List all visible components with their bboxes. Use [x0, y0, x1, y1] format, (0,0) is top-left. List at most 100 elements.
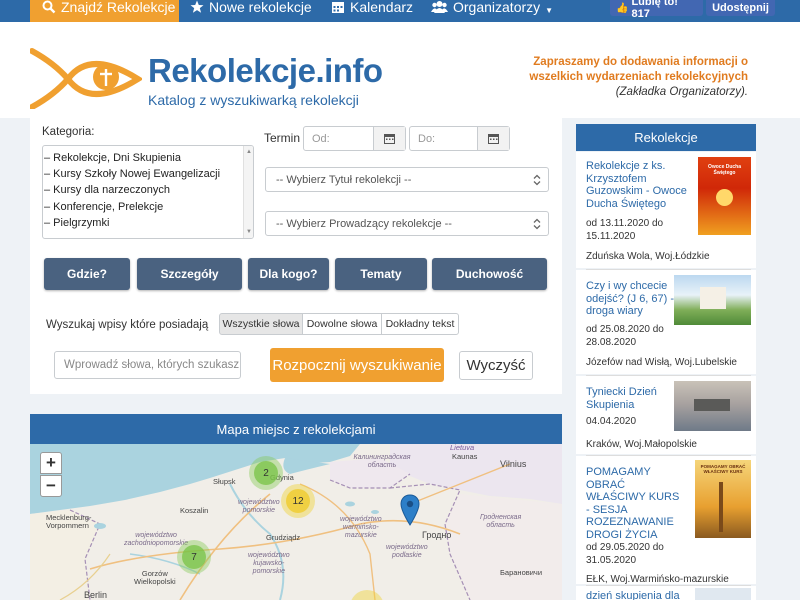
nav-calendar[interactable]: Kalendarz	[331, 0, 413, 22]
promo-line: Zapraszamy do dodawania informacji o	[533, 56, 748, 68]
nav-organizers[interactable]: Organizatorzy ▼	[431, 0, 553, 22]
nav-find-retreats[interactable]: Znajdź Rekolekcje	[30, 0, 179, 22]
site-header: Rekolekcje.info Katalog z wyszukiwarką r…	[0, 22, 800, 118]
map-label: województwo kujawsko- pomorskie	[248, 552, 290, 575]
date-from-input[interactable]: Od:	[303, 126, 406, 151]
event-title[interactable]: Rekolekcje z ks. Krzysztofem Guzowskim -…	[586, 160, 691, 210]
listbox-scrollbar[interactable]: ▲ ▼	[243, 146, 253, 238]
chevron-down-icon: ▼	[545, 6, 554, 15]
category-option[interactable]: – Rekolekcje, Dni Skupienia	[44, 150, 253, 166]
event-card[interactable]: Tyniecki Dzień Skupienia 04.04.2020 Krak…	[576, 376, 756, 454]
fb-like-button[interactable]: 👍 Lubię to! 817	[610, 0, 703, 20]
map-cluster[interactable]: 7	[177, 540, 211, 574]
calendar-icon[interactable]	[373, 127, 405, 150]
tab-spirituality[interactable]: Duchowość	[432, 258, 547, 290]
keyword-input[interactable]: Wprowadź słowa, których szukasz	[54, 351, 241, 379]
map-panel: Mapa miejsc z rekolekcjami + − Lietuva K…	[30, 414, 562, 600]
match-exact-text[interactable]: Dokładny tekst	[381, 313, 459, 335]
zoom-in-button[interactable]: +	[40, 452, 62, 474]
map-canvas[interactable]: + − Lietuva Kaunas Vilnius Калининградск…	[30, 444, 562, 600]
category-label: Kategoria:	[42, 126, 95, 138]
thumbs-up-icon: 👍	[616, 2, 629, 14]
nav-new-retreats[interactable]: Nowe rekolekcje	[190, 0, 312, 22]
event-card[interactable]: dzień skupienia dla	[576, 586, 756, 600]
category-option[interactable]: – Konferencje, Prelekcje	[44, 199, 253, 215]
match-any-words[interactable]: Dowolne słowa	[302, 313, 382, 335]
event-cover-image[interactable]: POMAGAMY OBRAĆ WŁAŚCIWY KURS	[695, 460, 751, 538]
event-title[interactable]: POMAGAMY OBRAĆ WŁAŚCIWY KURS - SESJA ROZ…	[586, 466, 686, 541]
site-title[interactable]: Rekolekcje.info	[148, 52, 383, 90]
promo-line: wszelkich wydarzeniach rekolekcyjnych	[529, 71, 748, 83]
sidebar: Rekolekcje Rekolekcje z ks. Krzysztofem …	[576, 124, 756, 600]
nav-label: Kalendarz	[350, 0, 414, 15]
fb-share-button[interactable]: Udostępnij	[706, 0, 775, 16]
map-label: Калининградская область	[353, 454, 411, 469]
chevron-updown-icon	[533, 218, 541, 230]
map-marker-icon[interactable]	[400, 494, 420, 526]
search-icon	[42, 0, 56, 14]
event-photo[interactable]	[674, 275, 751, 325]
event-date: od 13.11.2020 do 15.11.2020	[586, 218, 664, 242]
cluster-count: 12	[286, 489, 310, 513]
promo-text: Zapraszamy do dodawania informacji o wsz…	[508, 55, 748, 100]
tab-for-whom[interactable]: Dla kogo?	[248, 258, 329, 290]
category-option[interactable]: – Pielgrzymki	[44, 215, 253, 231]
cluster-count: 2	[254, 461, 278, 485]
users-icon	[431, 1, 448, 13]
map-label: Mecklenburg- Vorpommern	[46, 513, 92, 530]
fb-share-label: Udostępnij	[712, 2, 769, 14]
match-all-words[interactable]: Wszystkie słowa	[219, 313, 303, 335]
event-cover-image[interactable]	[695, 588, 751, 600]
search-submit-button[interactable]: Rozpocznij wyszukiwanie	[270, 348, 444, 382]
nav-label: Nowe rekolekcje	[209, 0, 312, 15]
tab-where[interactable]: Gdzie?	[44, 258, 130, 290]
event-card[interactable]: POMAGAMY OBRAĆ WŁAŚCIWY KURS - SESJA ROZ…	[576, 456, 756, 585]
map-cluster[interactable]: 12	[281, 484, 315, 518]
tab-topics[interactable]: Tematy	[335, 258, 427, 290]
map-label: Koszalin	[180, 506, 209, 515]
promo-link[interactable]: (Zakładka Organizatorzy).	[508, 85, 748, 100]
calendar-icon[interactable]	[477, 127, 509, 150]
calendar-icon	[332, 2, 344, 13]
cover-title: POMAGAMY OBRAĆ WŁAŚCIWY KURS	[700, 464, 746, 474]
tab-details[interactable]: Szczegóły	[137, 258, 242, 290]
leader-select-value: -- Wybierz Prowadzący rekolekcje --	[276, 217, 452, 230]
map-label: Гродно	[422, 530, 452, 540]
category-option[interactable]: – Kursy dla narzeczonych	[44, 182, 253, 198]
event-location: Józefów nad Wisłą, Woj.Lubelskie	[586, 357, 737, 368]
map-label: Gorzów Wielkopolski	[134, 569, 176, 586]
category-listbox[interactable]: – Rekolekcje, Dni Skupienia – Kursy Szko…	[42, 145, 254, 239]
event-card[interactable]: Czy i wy chcecie odejść? (J 6, 67) - dro…	[576, 270, 756, 374]
title-select[interactable]: -- Wybierz Tytuł rekolekcji --	[265, 167, 549, 192]
signpost-icon	[719, 482, 723, 532]
nav-label: Organizatorzy	[453, 0, 541, 15]
chevron-updown-icon	[533, 174, 541, 186]
event-date: od 25.08.2020 do 28.08.2020	[586, 324, 664, 348]
date-to-input[interactable]: Do:	[409, 126, 510, 151]
term-label: Termin	[264, 131, 301, 145]
fish-logo-icon[interactable]	[30, 47, 142, 109]
map-label: województwo warmińsko- mazurskie	[340, 516, 382, 539]
map-label: Berlin	[84, 590, 108, 600]
event-date: od 29.05.2020 do 31.05.2020	[586, 542, 664, 566]
clear-button[interactable]: Wyczyść	[459, 351, 533, 380]
abbey-icon	[694, 399, 730, 411]
category-option[interactable]: – Kursy Szkoły Nowej Ewangelizacji	[44, 166, 253, 182]
event-location: EŁK, Woj.Warmińsko-mazurskie	[586, 574, 729, 585]
event-title[interactable]: dzień skupienia dla	[586, 590, 691, 600]
map-label: Słupsk	[213, 477, 236, 486]
event-cover-image[interactable]: Owoce Ducha Świętego	[698, 157, 751, 235]
event-location: Kraków, Woj.Małopolskie	[586, 439, 697, 450]
match-label: Wyszukaj wpisy które posiadają	[46, 319, 209, 331]
event-card[interactable]: Rekolekcje z ks. Krzysztofem Guzowskim -…	[576, 152, 756, 268]
event-photo[interactable]	[674, 381, 751, 431]
top-nav: Znajdź Rekolekcje Nowe rekolekcje Kalend…	[0, 0, 800, 22]
map-label: województwo pomorskie	[238, 499, 280, 514]
zoom-out-button[interactable]: −	[40, 475, 62, 497]
map-label: województwo zachodniopomorskie	[124, 532, 189, 547]
leader-select[interactable]: -- Wybierz Prowadzący rekolekcje --	[265, 211, 549, 236]
title-select-value: -- Wybierz Tytuł rekolekcji --	[276, 173, 412, 186]
date-from-placeholder: Od:	[312, 132, 330, 145]
map-cluster[interactable]: 2	[249, 456, 283, 490]
map-title: Mapa miejsc z rekolekcjami	[30, 414, 562, 444]
